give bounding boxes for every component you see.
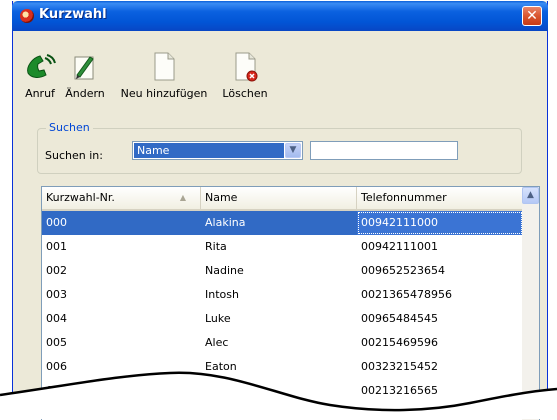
speed-dial-number-cell: 002 — [46, 264, 67, 277]
phone-number-cell: 00942111001 — [361, 240, 438, 253]
delete-document-icon — [235, 52, 258, 82]
name-cell: Luke — [205, 312, 231, 325]
delete-label: Löschen — [222, 87, 268, 100]
speed-dial-number-cell: 000 — [46, 216, 67, 229]
name-cell: Rita — [205, 240, 227, 253]
toolbar: Anruf Ändern Neu hinzufügen Löschen — [13, 49, 313, 100]
name-cell: Nadine — [205, 264, 244, 277]
table-row[interactable]: 000 Alakina 00942111000 — [42, 211, 523, 235]
edit-pencil-icon — [74, 56, 94, 80]
call-label: Anruf — [25, 87, 55, 100]
close-button[interactable]: ✕ — [522, 6, 542, 26]
speed-dial-number-cell: 003 — [46, 288, 67, 301]
scroll-up-arrow-icon[interactable]: ▲ — [522, 187, 539, 204]
edit-label: Ändern — [65, 87, 105, 100]
search-group-title: Suchen — [46, 121, 93, 134]
new-document-icon — [154, 52, 175, 81]
call-button[interactable]: Anruf — [22, 49, 58, 100]
phone-number-cell: 009652523654 — [361, 264, 445, 277]
name-cell: Intosh — [205, 288, 239, 301]
name-cell: Alakina — [205, 216, 246, 229]
sort-ascending-icon: ▲ — [179, 193, 186, 202]
speed-dial-number-cell: 005 — [46, 336, 67, 349]
table-row[interactable]: 005 Alec 00215469596 — [42, 331, 523, 355]
table-row[interactable]: 002 Nadine 009652523654 — [42, 259, 523, 283]
title-bar[interactable]: Kurzwahl ✕ — [12, 1, 548, 31]
table-row[interactable]: 004 Luke 00965484545 — [42, 307, 523, 331]
add-new-label: Neu hinzufügen — [120, 87, 208, 100]
edit-button[interactable]: Ändern — [63, 49, 107, 100]
phone-number-cell: 00965484545 — [361, 312, 438, 325]
name-cell: Alec — [205, 336, 229, 349]
column-header-phone-number[interactable]: Telefonnummer — [357, 187, 523, 209]
phone-icon — [27, 54, 56, 78]
app-icon — [20, 9, 34, 23]
window-title: Kurzwahl — [39, 7, 107, 22]
add-new-button[interactable]: Neu hinzufügen — [119, 49, 209, 100]
speed-dial-number-cell: 004 — [46, 312, 67, 325]
column-header-name[interactable]: Name — [201, 187, 357, 209]
torn-edge-overlay — [0, 371, 557, 419]
search-field-select[interactable]: Name ▼ — [132, 141, 303, 160]
search-field-selected-value: Name — [134, 143, 284, 158]
delete-button[interactable]: Löschen — [217, 49, 273, 100]
search-group: Suchen Suchen in: Name ▼ — [37, 121, 522, 174]
search-in-label: Suchen in: — [45, 149, 103, 162]
table-header: Kurzwahl-Nr. ▲ Name Telefonnummer — [42, 187, 523, 211]
search-input[interactable] — [310, 141, 458, 160]
phone-number-cell: 0021365478956 — [361, 288, 452, 301]
column-header-speed-dial-number[interactable]: Kurzwahl-Nr. ▲ — [42, 187, 201, 209]
phone-number-cell: 00215469596 — [361, 336, 438, 349]
table-row[interactable]: 001 Rita 00942111001 — [42, 235, 523, 259]
chevron-down-icon[interactable]: ▼ — [285, 143, 301, 158]
table-row[interactable]: 003 Intosh 0021365478956 — [42, 283, 523, 307]
phone-number-cell: 00942111000 — [357, 211, 523, 235]
speed-dial-number-cell: 001 — [46, 240, 67, 253]
